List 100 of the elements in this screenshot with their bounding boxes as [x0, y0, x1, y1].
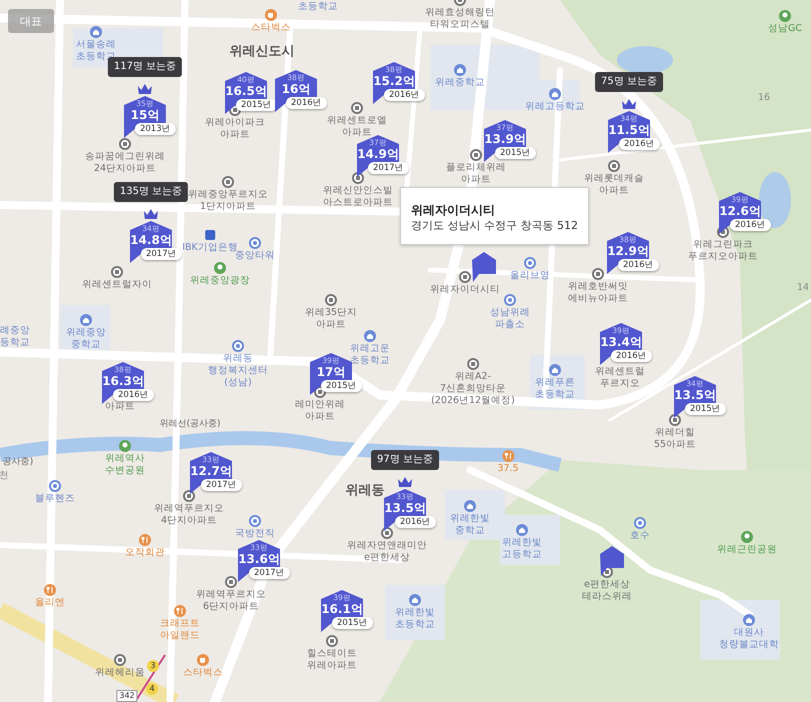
place-label: 위레자이더시티 [430, 284, 500, 296]
price-label: 12.6억 [719, 204, 761, 218]
school-icon [549, 364, 561, 376]
school-icon [549, 88, 561, 100]
fork-icon [139, 534, 151, 546]
year-badge: 2016년 [611, 350, 652, 362]
house-marker-icon[interactable] [472, 252, 496, 282]
price-label: 14.9억 [357, 147, 399, 161]
place-label: 성남위례 파출소 [490, 307, 530, 331]
price-label: 13.5억 [384, 501, 426, 515]
pin-icon [49, 480, 61, 492]
year-badge: 2016년 [113, 389, 154, 401]
place-label: 오작회관 [125, 547, 165, 559]
price-label: 12.9억 [607, 244, 649, 258]
year-badge: 2015년 [321, 380, 362, 392]
place-label: e편한세상 테라스위레 [582, 579, 632, 603]
pin-icon [634, 517, 646, 529]
school-icon [454, 64, 466, 76]
building-icon [351, 102, 363, 114]
place-label: 위레효성해링턴 타워오피스텔 [425, 7, 495, 31]
building-icon [470, 149, 482, 161]
popup-title: 위레자이더시티 [411, 202, 496, 218]
year-badge: 2016년 [384, 89, 425, 101]
price-label: 11.5억 [608, 123, 650, 137]
place-label: 위레호반써밋 에비뉴아파트 [568, 281, 628, 305]
viewers-tag: 135명 보는중 [114, 182, 188, 202]
place-label: 위레역푸르지오 4단지아파트 [154, 503, 224, 527]
year-badge: 2013년 [135, 123, 176, 135]
pin-icon [504, 294, 516, 306]
fork-icon [44, 584, 56, 596]
place-label: 위레역푸르지오 6단지아파트 [196, 589, 266, 613]
map-text: 16 [758, 92, 770, 104]
place-label: 초등학교 [298, 1, 338, 13]
year-badge: 2015년 [685, 403, 726, 415]
place-label: 위레아이파크 아파트 [205, 117, 265, 141]
place-label: 힐스테이트 위레아파트 [307, 648, 357, 672]
viewers-tag: 117명 보는중 [108, 57, 182, 77]
cup-icon [265, 9, 277, 21]
place-label: 호수 [630, 530, 650, 542]
rail-label: 위레선(공사중) [159, 418, 221, 430]
place-label: 위레고등학교 [525, 101, 585, 113]
crown-icon [621, 98, 637, 110]
rail-label: 공사중) [2, 456, 34, 468]
year-badge: 2017년 [141, 248, 182, 260]
building-icon [459, 271, 471, 283]
price-label: 16.3억 [102, 374, 144, 388]
pin-icon [524, 257, 536, 269]
school-icon [409, 594, 421, 606]
popup-address: 경기도 성남시 수정구 창곡동 512 [411, 218, 578, 234]
place-label: 스타벅스 [251, 22, 291, 34]
year-badge: 2016년 [395, 516, 436, 528]
place-label: 성남GC [768, 23, 802, 35]
school-icon [364, 330, 376, 342]
pin-icon [249, 515, 261, 527]
place-label: 올리엔 [35, 597, 65, 609]
year-badge: 2017년 [249, 567, 290, 579]
building-icon [592, 268, 604, 280]
building-icon [669, 414, 681, 426]
building-icon [114, 654, 126, 666]
place-label: 례중앙 등학교 [0, 325, 30, 349]
place-label: 위레중앙광장 [190, 275, 250, 287]
price-label: 13.6억 [238, 552, 280, 566]
price-label: 17억 [316, 365, 346, 379]
place-label: 레미안위레 아파트 [295, 399, 345, 423]
price-label: 15억 [130, 108, 160, 122]
price-label: 16.5억 [225, 84, 267, 98]
fork-icon [174, 605, 186, 617]
place-label: 위레중앙푸르지오 1단지아파트 [188, 189, 268, 213]
year-badge: 2016년 [286, 97, 327, 109]
building-icon [608, 160, 620, 172]
fork-icon [502, 450, 514, 462]
price-label: 14.8억 [130, 233, 172, 247]
building-icon [381, 527, 393, 539]
place-label: 대원사 청량불교대학 [719, 627, 779, 651]
area-label: 위레동 [346, 483, 384, 499]
building-icon [352, 172, 364, 184]
price-label: 12.7억 [190, 464, 232, 478]
place-label: 위레센트럴자이 [82, 279, 152, 291]
house-marker-icon[interactable] [600, 546, 624, 576]
place-label: 스타벅스 [183, 667, 223, 679]
bank-icon [204, 229, 216, 241]
place-label: 송파꿈에그린위례 24단지아파트 [85, 151, 165, 175]
place-label: 37.5 [497, 463, 519, 475]
pin-icon [249, 237, 261, 249]
place-label: 위레한빛 고등학교 [502, 537, 542, 561]
pin-icon [232, 340, 244, 352]
cup-icon [197, 654, 209, 666]
year-badge: 2015년 [236, 99, 277, 111]
price-label: 16억 [282, 82, 310, 96]
building-icon [222, 176, 234, 188]
place-label: IBK기업은행 [182, 242, 238, 253]
crown-icon [137, 83, 153, 95]
place-label: 위레A2- 7신혼희망타운 (2026년12월예정) [431, 371, 515, 407]
place-label: 위레고운 초등학교 [350, 343, 390, 367]
building-icon [325, 294, 337, 306]
school-icon [80, 314, 92, 326]
place-label: 플로리체위레 아파트 [446, 162, 506, 186]
year-badge: 2017년 [201, 479, 242, 491]
place-label: 위레중앙 중학교 [66, 327, 106, 351]
building-icon [111, 266, 123, 278]
